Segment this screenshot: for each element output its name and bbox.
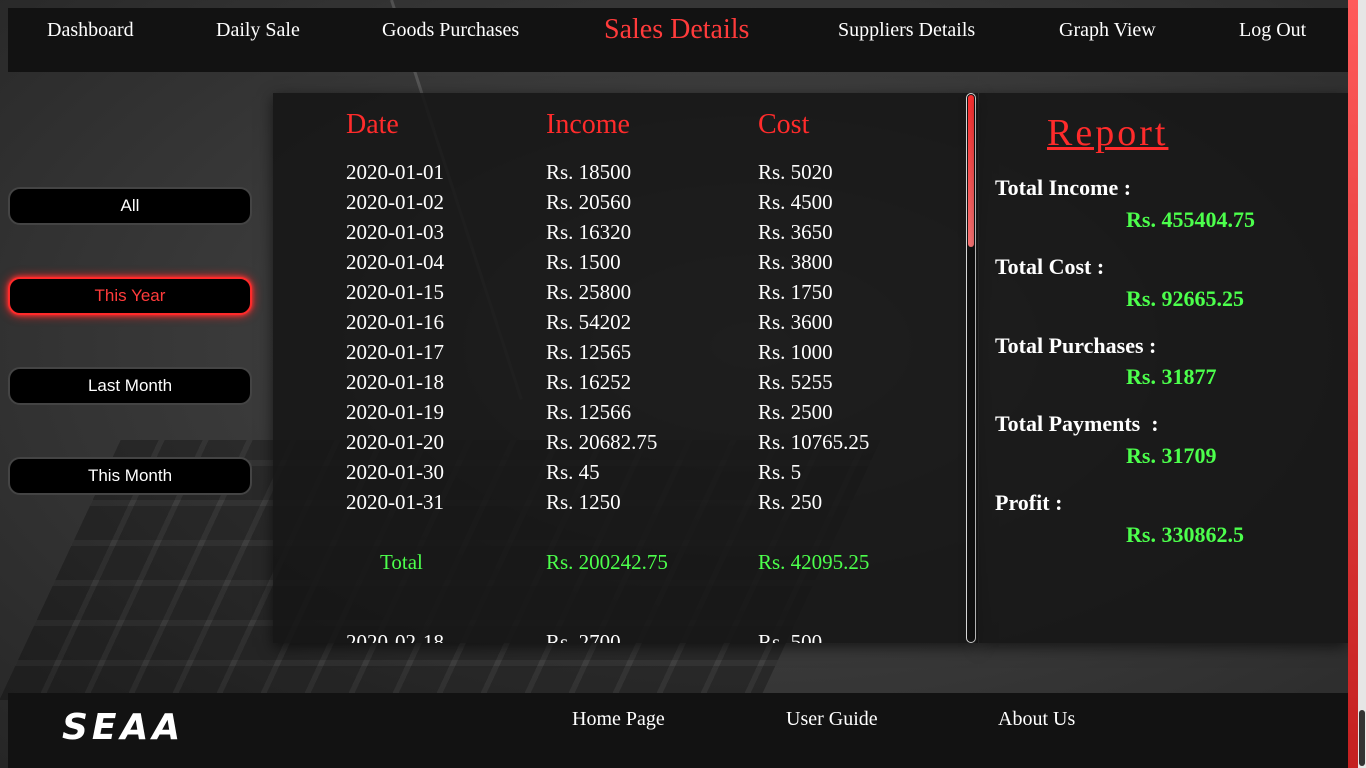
cell-income: Rs. 12565: [546, 340, 632, 364]
cell-cost: Rs. 1000: [758, 340, 833, 364]
page-scrollbar-thumb[interactable]: [1359, 710, 1365, 766]
cell-income: Rs. 20682.75: [546, 430, 658, 454]
nav-log-out[interactable]: Log Out: [1239, 0, 1306, 62]
footer-about-us-link[interactable]: About Us: [998, 708, 1075, 731]
cell-income: Rs. 25800: [546, 280, 632, 304]
cell-cost: Rs. 5255: [758, 370, 833, 394]
cell-date: 2020-01-15: [346, 280, 444, 304]
cell-date: 2020-01-01: [346, 160, 444, 184]
total-cost: Rs. 42095.25: [758, 550, 870, 574]
total-purchases-label: Total Purchases :: [995, 333, 1157, 358]
filter-this-year-button[interactable]: This Year: [8, 277, 252, 315]
accent-edge-strip: [1348, 0, 1358, 768]
cell-income: Rs. 16320: [546, 220, 632, 244]
total-income: Rs. 200242.75: [546, 550, 668, 574]
nav-goods-purchases[interactable]: Goods Purchases: [382, 0, 519, 62]
cell-income: Rs. 20560: [546, 190, 632, 214]
cell-income: Rs. 2700: [546, 630, 621, 643]
total-payments-value: Rs. 31709: [1126, 443, 1217, 468]
cell-date: 2020-01-20: [346, 430, 444, 454]
cell-income: Rs. 45: [546, 460, 600, 484]
cell-cost: Rs. 4500: [758, 190, 833, 214]
brand-logo: SEAA: [62, 707, 185, 748]
header-cost: Cost: [758, 109, 810, 140]
cell-date: 2020-01-04: [346, 250, 444, 274]
top-nav: Dashboard Daily Sale Goods Purchases Sal…: [8, 8, 1348, 72]
cell-cost: Rs. 3800: [758, 250, 833, 274]
cell-income: Rs. 16252: [546, 370, 632, 394]
cell-cost: Rs. 1750: [758, 280, 833, 304]
total-income-value: Rs. 455404.75: [1126, 207, 1255, 232]
nav-suppliers-details[interactable]: Suppliers Details: [838, 0, 975, 62]
total-cost-value: Rs. 92665.25: [1126, 286, 1244, 311]
nav-sales-details[interactable]: Sales Details: [604, 0, 749, 62]
nav-dashboard[interactable]: Dashboard: [47, 0, 134, 62]
footer: SEAA Home Page User Guide About Us: [8, 693, 1348, 768]
report-panel: Report Total Income : Rs. 455404.75 Tota…: [979, 93, 1348, 643]
cell-cost: Rs. 3650: [758, 220, 833, 244]
cell-date: 2020-01-18: [346, 370, 444, 394]
cell-date: 2020-01-02: [346, 190, 444, 214]
sales-table-panel[interactable]: Date Income Cost 2020-01-01 Rs. 18500 Rs…: [273, 93, 978, 643]
cell-cost: Rs. 2500: [758, 400, 833, 424]
nav-daily-sale[interactable]: Daily Sale: [216, 0, 300, 62]
cell-date: 2020-02-18: [346, 630, 444, 643]
filter-all-button[interactable]: All: [8, 187, 252, 225]
total-income-label: Total Income :: [995, 175, 1132, 200]
footer-home-page-link[interactable]: Home Page: [572, 708, 665, 731]
report-title: Report: [1047, 112, 1169, 154]
cell-date: 2020-01-03: [346, 220, 444, 244]
cell-income: Rs. 18500: [546, 160, 632, 184]
cell-cost: Rs. 5: [758, 460, 802, 484]
header-income: Income: [546, 109, 630, 140]
cell-date: 2020-01-30: [346, 460, 444, 484]
total-label: Total: [380, 550, 423, 574]
cell-cost: Rs. 500: [758, 630, 823, 643]
table-scrollbar-thumb[interactable]: [968, 95, 974, 247]
cell-income: Rs. 12566: [546, 400, 632, 424]
total-purchases-value: Rs. 31877: [1126, 364, 1217, 389]
table-scrollbar[interactable]: [966, 93, 976, 643]
cell-income: Rs. 1500: [546, 250, 621, 274]
profit-value: Rs. 330862.5: [1126, 522, 1244, 547]
cell-date: 2020-01-31: [346, 490, 444, 514]
filter-last-month-button[interactable]: Last Month: [8, 367, 252, 405]
total-payments-label: Total Payments :: [995, 411, 1159, 436]
total-cost-label: Total Cost :: [995, 254, 1105, 279]
cell-cost: Rs. 3600: [758, 310, 833, 334]
page-scrollbar[interactable]: [1358, 0, 1366, 768]
cell-cost: Rs. 10765.25: [758, 430, 870, 454]
profit-label: Profit :: [995, 490, 1063, 515]
cell-income: Rs. 1250: [546, 490, 621, 514]
cell-cost: Rs. 5020: [758, 160, 833, 184]
cell-date: 2020-01-19: [346, 400, 444, 424]
cell-date: 2020-01-17: [346, 340, 444, 364]
footer-user-guide-link[interactable]: User Guide: [786, 708, 878, 731]
filter-this-month-button[interactable]: This Month: [8, 457, 252, 495]
cell-cost: Rs. 250: [758, 490, 823, 514]
nav-graph-view[interactable]: Graph View: [1059, 0, 1156, 62]
header-date: Date: [346, 109, 399, 140]
cell-date: 2020-01-16: [346, 310, 444, 334]
cell-income: Rs. 54202: [546, 310, 632, 334]
